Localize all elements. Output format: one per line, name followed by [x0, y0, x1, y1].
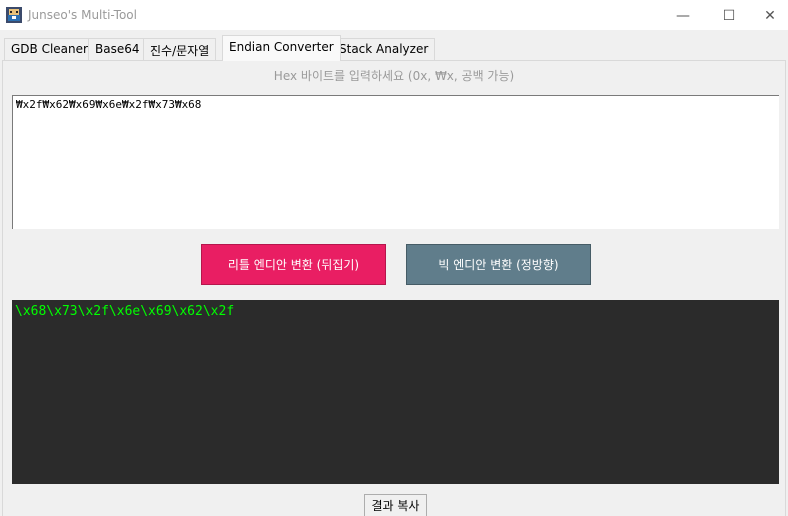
app-icon	[6, 7, 22, 23]
minimize-button[interactable]: —	[660, 0, 706, 31]
tab-endian-converter[interactable]: Endian Converter	[222, 35, 341, 61]
maximize-icon: ☐	[722, 7, 736, 24]
close-button[interactable]: ✕	[752, 0, 788, 31]
maximize-button[interactable]: ☐	[706, 0, 752, 31]
tab-gdb-cleaner[interactable]: GDB Cleaner	[4, 38, 95, 60]
tab-radix-string[interactable]: 진수/문자열	[143, 38, 217, 60]
window-title: Junseo's Multi-Tool	[28, 8, 137, 22]
little-endian-button[interactable]: 리틀 엔디안 변환 (뒤집기)	[201, 244, 386, 285]
big-endian-button[interactable]: 빅 엔디안 변환 (정방향)	[406, 244, 591, 285]
title-bar: Junseo's Multi-Tool — ☐ ✕	[0, 0, 788, 31]
result-output[interactable]: \x68\x73\x2f\x6e\x69\x62\x2f	[12, 300, 779, 484]
close-icon: ✕	[764, 7, 776, 24]
tab-strip: GDB Cleaner Base64 진수/문자열 Endian Convert…	[0, 31, 788, 61]
hex-input[interactable]: ₩x2f₩x62₩x69₩x6e₩x2f₩x73₩x68	[12, 95, 779, 229]
tab-base64[interactable]: Base64	[88, 38, 147, 60]
copy-result-button[interactable]: 결과 복사	[364, 494, 427, 516]
input-hint: Hex 바이트를 입력하세요 (0x, ₩x, 공백 가능)	[273, 69, 515, 83]
minimize-icon: —	[676, 7, 690, 24]
tab-stack-analyzer[interactable]: Stack Analyzer	[332, 38, 436, 60]
